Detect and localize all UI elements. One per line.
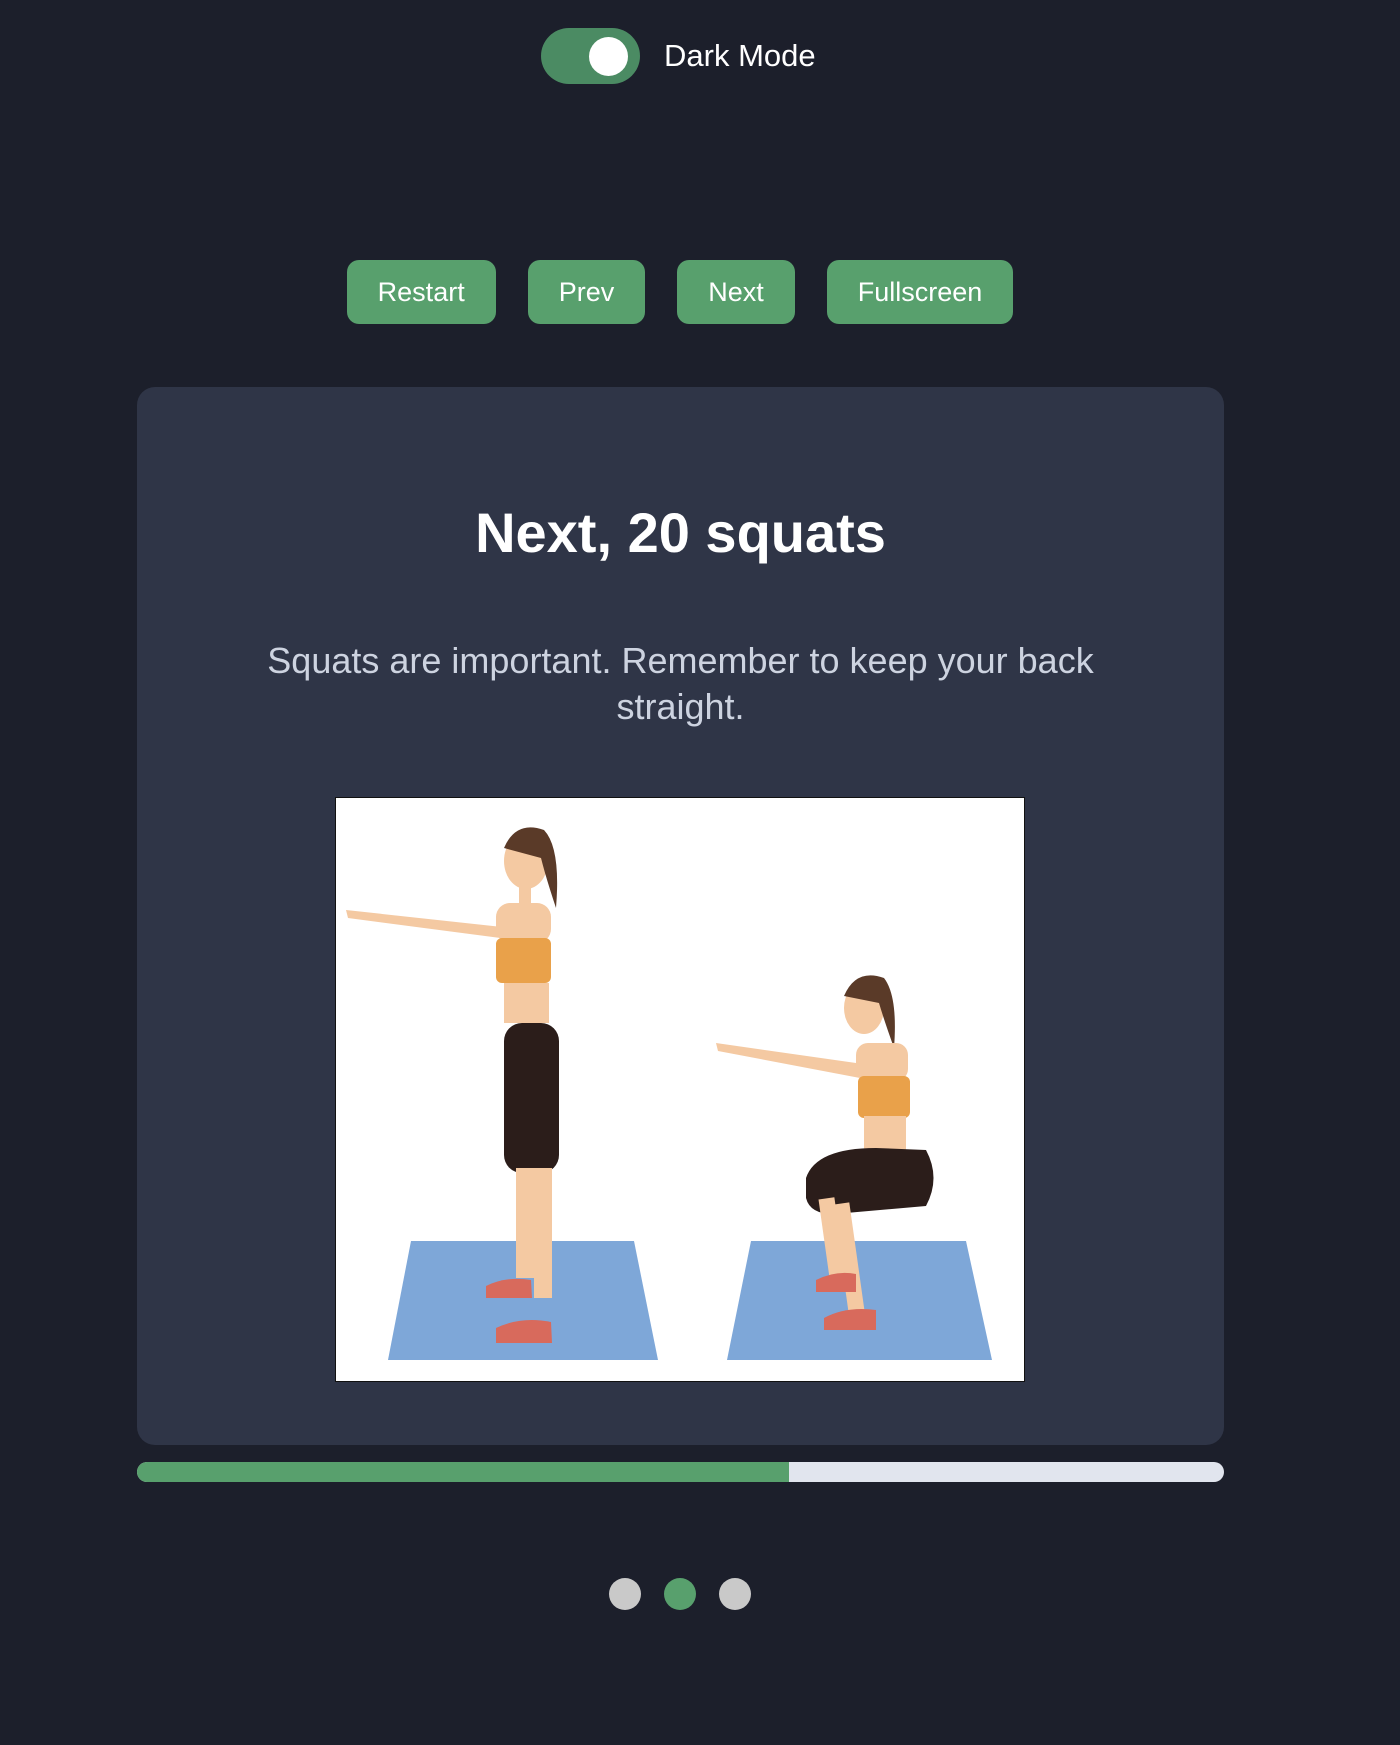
pagination-dot[interactable]	[609, 1578, 641, 1610]
slide-description: Squats are important. Remember to keep y…	[267, 640, 1094, 727]
dark-mode-toggle-row: Dark Mode	[541, 28, 816, 84]
toggle-knob	[589, 37, 628, 76]
page: Dark Mode Restart Prev Next Fullscreen N…	[0, 0, 1400, 1745]
slide-title: Next, 20 squats	[475, 501, 886, 564]
fullscreen-button[interactable]: Fullscreen	[826, 260, 1014, 324]
pagination-dot[interactable]	[719, 1578, 751, 1610]
dark-mode-label: Dark Mode	[664, 38, 816, 73]
dark-mode-toggle[interactable]	[541, 28, 640, 84]
progress-bar	[137, 1462, 1224, 1482]
prev-button[interactable]: Prev	[527, 260, 646, 324]
slide-pagination	[0, 1578, 1360, 1610]
progress-fill	[137, 1462, 790, 1482]
squat-illustration	[335, 797, 1025, 1382]
slide-controls: Restart Prev Next Fullscreen	[0, 260, 1360, 324]
pagination-dot[interactable]	[664, 1578, 696, 1610]
restart-button[interactable]: Restart	[346, 260, 496, 324]
next-button[interactable]: Next	[677, 260, 795, 324]
